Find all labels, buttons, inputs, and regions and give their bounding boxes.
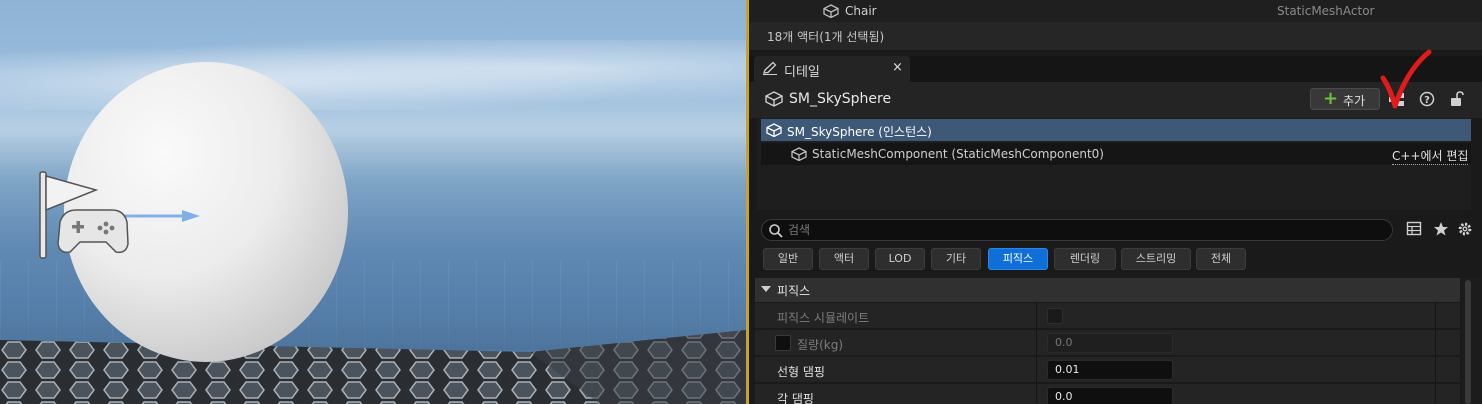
viewport-scene xyxy=(0,62,746,404)
outliner-item-label: Chair xyxy=(845,4,877,18)
prop-mass: 질량(kg) 0.0 xyxy=(755,330,1460,356)
details-scrollbar[interactable] xyxy=(1462,278,1482,404)
pencil-icon xyxy=(763,61,777,75)
details-header: SM_SkySphere + 추가 ? xyxy=(749,82,1482,118)
filter-all[interactable]: 전체 xyxy=(1196,248,1246,270)
prop-angular-damping: 각 댐핑 0.0 xyxy=(755,384,1460,404)
static-mesh-icon xyxy=(766,123,782,137)
table-view-icon[interactable] xyxy=(1406,221,1422,237)
column-divider xyxy=(1036,330,1037,356)
prop-label: 질량(kg) xyxy=(797,338,844,352)
filter-general[interactable]: 일반 xyxy=(763,248,813,270)
details-tabbar: 디테일 × xyxy=(749,56,1482,82)
prop-label: 피직스 시뮬레이트 xyxy=(777,311,870,325)
level-viewport[interactable] xyxy=(0,0,746,404)
gear-icon[interactable] xyxy=(1457,221,1473,237)
component-child-label: StaticMeshComponent (StaticMeshComponent… xyxy=(812,147,1104,161)
tab-details[interactable]: 디테일 × xyxy=(754,56,910,82)
selected-actor-name: SM_SkySphere xyxy=(789,91,892,107)
mass-override-checkbox[interactable] xyxy=(775,335,791,351)
actor-count-bar: 18개 액터(1개 선택됨) xyxy=(749,22,1482,50)
filter-rendering[interactable]: 렌더링 xyxy=(1054,248,1116,270)
actor-count-text: 18개 액터(1개 선택됨) xyxy=(767,30,885,44)
lock-icon[interactable] xyxy=(1449,91,1465,109)
collapse-arrow-icon xyxy=(761,286,771,292)
static-mesh-icon xyxy=(791,147,807,161)
filter-physics[interactable]: 피직스 xyxy=(988,248,1048,270)
editor-window: Chair StaticMeshActor 18개 액터(1개 선택됨) 디테일… xyxy=(0,0,1482,404)
star-icon[interactable] xyxy=(1433,221,1449,237)
prop-simulate-physics: 피직스 시뮬레이트 xyxy=(755,303,1460,329)
add-button-label: 추가 xyxy=(1343,94,1366,108)
column-divider xyxy=(1435,330,1436,356)
filter-streaming[interactable]: 스트리밍 xyxy=(1121,248,1191,270)
search-icon xyxy=(769,224,783,238)
column-divider xyxy=(1435,384,1436,404)
prop-linear-damping: 선형 댐핑 0.01 xyxy=(755,357,1460,383)
angular-damping-field[interactable]: 0.0 xyxy=(1047,387,1173,404)
static-mesh-icon xyxy=(823,4,839,18)
column-divider xyxy=(1036,303,1037,329)
outliner-row-chair[interactable]: Chair StaticMeshActor xyxy=(749,0,1482,22)
right-panel: Chair StaticMeshActor 18개 액터(1개 선택됨) 디테일… xyxy=(749,0,1482,404)
linear-damping-field[interactable]: 0.01 xyxy=(1047,360,1173,380)
component-root-item[interactable]: SM_SkySphere (인스턴스) xyxy=(761,119,1471,141)
outliner-item-type: StaticMeshActor xyxy=(1277,4,1375,18)
mass-field[interactable]: 0.0 xyxy=(1047,333,1173,353)
prop-label: 각 댐핑 xyxy=(777,392,814,404)
column-divider xyxy=(1036,384,1037,404)
column-divider xyxy=(1036,357,1037,383)
plus-icon: + xyxy=(1323,88,1339,109)
filter-lod[interactable]: LOD xyxy=(875,248,925,270)
physics-section-header[interactable]: 피직스 xyxy=(755,278,1460,302)
static-mesh-icon xyxy=(765,91,783,107)
component-child-item[interactable]: StaticMeshComponent (StaticMeshComponent… xyxy=(761,143,1471,165)
prop-label: 선형 댐핑 xyxy=(777,365,825,379)
column-divider xyxy=(1435,303,1436,329)
column-divider xyxy=(1435,357,1436,383)
annotation-checkmark xyxy=(1380,49,1432,109)
details-search xyxy=(761,219,1393,241)
filter-actor[interactable]: 액터 xyxy=(819,248,869,270)
search-input[interactable] xyxy=(788,222,1378,238)
tab-details-label: 디테일 xyxy=(784,65,820,80)
component-tree: SM_SkySphere (인스턴스) StaticMeshComponent … xyxy=(757,118,1471,210)
close-icon[interactable]: × xyxy=(892,60,903,75)
scrollbar-thumb[interactable] xyxy=(1465,280,1471,404)
section-title: 피직스 xyxy=(777,284,811,298)
simulate-physics-checkbox[interactable] xyxy=(1047,308,1063,324)
component-root-label: SM_SkySphere (인스턴스) xyxy=(787,125,932,139)
add-component-button[interactable]: + 추가 xyxy=(1310,88,1380,110)
filter-misc[interactable]: 기타 xyxy=(931,248,981,270)
edit-in-cpp-link[interactable]: C++에서 편집 xyxy=(1392,147,1469,165)
